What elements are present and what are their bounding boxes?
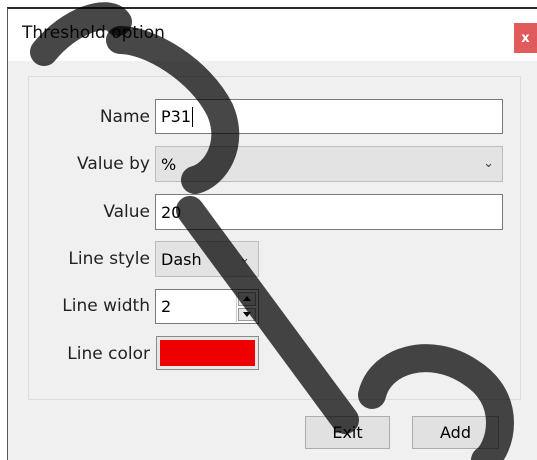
add-button[interactable]: Add — [412, 416, 499, 449]
close-icon: x — [521, 30, 530, 46]
line-width-label: Line width — [62, 296, 150, 316]
chevron-down-icon: ⌄ — [239, 250, 250, 266]
spin-up-button[interactable] — [238, 292, 256, 306]
value-by-selected: % — [161, 154, 177, 174]
name-input-value: P31 — [161, 107, 192, 126]
close-button[interactable]: x — [514, 23, 537, 53]
value-label: Value — [103, 202, 150, 222]
value-input-value: 20 — [161, 202, 182, 222]
text-caret — [192, 106, 194, 127]
line-color-label: Line color — [67, 344, 150, 364]
name-input[interactable]: P31 — [155, 99, 503, 134]
exit-button[interactable]: Exit — [305, 416, 390, 449]
spin-down-icon — [243, 311, 251, 317]
value-by-label: Value by — [77, 154, 150, 174]
spin-buttons — [236, 291, 257, 322]
value-by-select[interactable]: % ⌄ — [155, 146, 503, 182]
title-bar: Threshold option x — [8, 9, 537, 61]
spin-up-icon — [243, 296, 251, 302]
threshold-option-dialog: Threshold option x Name P31 Value by % ⌄… — [7, 7, 537, 460]
line-color-picker[interactable] — [156, 336, 259, 370]
chevron-down-icon: ⌄ — [483, 155, 494, 171]
line-style-label: Line style — [68, 249, 150, 269]
line-color-fill — [160, 340, 255, 366]
line-style-select[interactable]: Dash ⌄ — [155, 241, 259, 277]
line-style-selected: Dash — [161, 249, 202, 269]
value-input[interactable]: 20 — [155, 194, 503, 230]
line-width-stepper[interactable]: 2 — [155, 289, 259, 324]
spin-down-button[interactable] — [238, 307, 256, 321]
name-label: Name — [99, 107, 150, 127]
dialog-title: Threshold option — [22, 23, 165, 43]
line-width-value: 2 — [161, 297, 172, 316]
